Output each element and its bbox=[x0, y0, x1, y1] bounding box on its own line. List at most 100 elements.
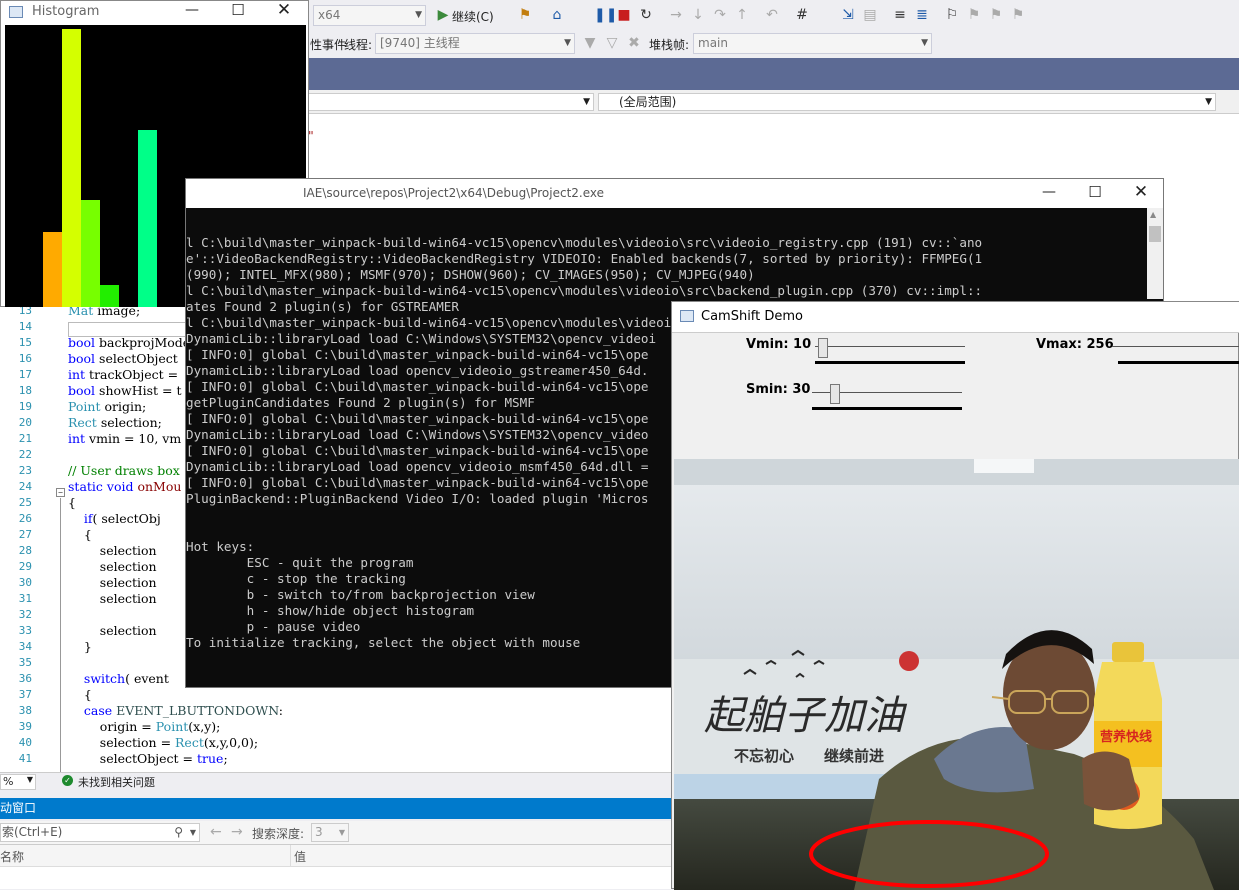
step-over-icon[interactable]: ↷ bbox=[712, 7, 728, 23]
pause-icon[interactable]: ❚❚ bbox=[594, 7, 617, 23]
collapse-onMouse-icon[interactable]: − bbox=[56, 488, 65, 497]
autos-body bbox=[0, 867, 672, 889]
undo-icon[interactable]: ↶ bbox=[764, 7, 780, 23]
close-icon[interactable]: ✕ bbox=[261, 0, 307, 20]
maximize-icon[interactable]: ☐ bbox=[1072, 183, 1118, 201]
line-number: 24 bbox=[18, 480, 32, 493]
members-combo[interactable]: ▼ bbox=[300, 93, 594, 111]
code-line: selection = Rect(x,y,0,0); bbox=[68, 735, 259, 750]
console-line: PluginBackend::PluginBackend Video I/O: … bbox=[186, 491, 649, 506]
console-line: getPluginCandidates Found 2 plugin(s) fo… bbox=[186, 395, 535, 410]
code-line: int trackObject = bbox=[68, 367, 179, 382]
step-out-icon[interactable]: ↑ bbox=[734, 7, 750, 23]
console-line: ESC - quit the program bbox=[186, 555, 414, 570]
thread-icon[interactable]: ⇲ bbox=[840, 7, 856, 23]
filter-icon[interactable]: ▼ bbox=[582, 35, 598, 51]
console-line: b - switch to/from backprojection view bbox=[186, 587, 535, 602]
line-number: 18 bbox=[18, 384, 32, 397]
line-number: 14 bbox=[18, 320, 32, 333]
smin-label: Smin: 30 bbox=[746, 382, 811, 397]
show-next-statement-icon[interactable]: → bbox=[668, 7, 684, 23]
console-scroll-thumb[interactable] bbox=[1149, 226, 1161, 242]
clear-bookmarks-icon[interactable]: ⚑ bbox=[1010, 7, 1026, 23]
restart-icon[interactable]: ↻ bbox=[638, 7, 654, 23]
line-number: 27 bbox=[18, 528, 32, 541]
line-number: 19 bbox=[18, 400, 32, 413]
filter-alt-icon[interactable]: ▽ bbox=[604, 35, 620, 51]
bookmark-icon[interactable]: ⚐ bbox=[944, 7, 960, 23]
vmin-slider-thumb[interactable] bbox=[818, 338, 828, 358]
console-line: c - stop the tracking bbox=[186, 571, 406, 586]
stackframe-combo[interactable]: main ▼ bbox=[693, 33, 932, 54]
maximize-icon[interactable]: ☐ bbox=[215, 1, 261, 19]
vmin-track[interactable] bbox=[815, 346, 965, 347]
scroll-up-icon[interactable]: ▲ bbox=[1150, 210, 1156, 219]
continue-icon[interactable]: ▶ bbox=[435, 7, 451, 23]
hex-icon[interactable]: # bbox=[794, 7, 810, 23]
minimize-icon[interactable]: — bbox=[169, 2, 215, 18]
histogram-titlebar[interactable]: Histogram — ☐ ✕ bbox=[1, 0, 308, 25]
code-line: bool selectObject bbox=[68, 351, 178, 366]
console-line: [ INFO:0] global C:\build\master_winpack… bbox=[186, 443, 649, 458]
col-divider bbox=[290, 845, 291, 867]
title-divider bbox=[672, 332, 1239, 333]
col-value-header[interactable]: 值 bbox=[294, 848, 306, 865]
platform-combo[interactable]: x64 ▼ bbox=[313, 5, 426, 26]
prev-bookmark-icon[interactable]: ⚑ bbox=[966, 7, 982, 23]
step-into-icon[interactable]: ↓ bbox=[690, 7, 706, 23]
search-depth-combo[interactable]: 3 ▼ bbox=[311, 823, 349, 842]
no-issues-icon: ✓ bbox=[62, 775, 73, 786]
line-number: 38 bbox=[18, 704, 32, 717]
search-icon[interactable]: ⚲ bbox=[174, 824, 183, 841]
autos-search-input[interactable]: 索(Ctrl+E) ⚲ ▼ bbox=[0, 823, 200, 842]
line-number: 29 bbox=[18, 560, 32, 573]
code-line: selection bbox=[68, 591, 157, 606]
line-number: 35 bbox=[18, 656, 32, 669]
code-line: bool showHist = t bbox=[68, 383, 182, 398]
col-name-header[interactable]: 名称 bbox=[0, 848, 24, 865]
minimize-icon[interactable]: — bbox=[1026, 184, 1072, 200]
line-number: 15 bbox=[18, 336, 32, 349]
search-forward-icon[interactable]: → bbox=[231, 824, 243, 840]
code-line: Point origin; bbox=[68, 399, 147, 414]
console-line: l C:\build\master_winpack-build-win64-vc… bbox=[186, 283, 983, 298]
next-bookmark-icon[interactable]: ⚑ bbox=[988, 7, 1004, 23]
console-line: DynamicLib::libraryLoad load C:\Windows\… bbox=[186, 331, 657, 346]
continue-label[interactable]: 继续(C) bbox=[452, 8, 494, 25]
zoom-combo[interactable]: % ▼ bbox=[0, 774, 36, 790]
camshift-window[interactable]: CamShift Demo Vmin: 10 Vmax: 256 Smin: 3… bbox=[671, 301, 1239, 890]
line-number: 31 bbox=[18, 592, 32, 605]
stop-icon[interactable]: ■ bbox=[616, 7, 632, 23]
vmax-track[interactable] bbox=[1112, 346, 1239, 347]
camshift-titlebar[interactable]: CamShift Demo bbox=[672, 302, 1239, 332]
close-icon[interactable]: ✕ bbox=[1118, 182, 1164, 202]
histogram-bar bbox=[81, 200, 100, 307]
columns-icon[interactable]: ▤ bbox=[862, 7, 878, 23]
thread-combo[interactable]: [9740] 主线程 ▼ bbox=[375, 33, 575, 54]
indent-icon[interactable]: ≡ bbox=[892, 7, 908, 23]
search-depth-label: 搜索深度: bbox=[252, 827, 305, 841]
code-line: if( selectObj bbox=[83, 511, 161, 526]
search-back-icon[interactable]: ← bbox=[210, 824, 222, 840]
smin-slider-thumb[interactable] bbox=[830, 384, 840, 404]
find-icon[interactable]: ⚑ bbox=[517, 7, 533, 23]
code-line: case EVENT_LBUTTONDOWN: bbox=[83, 703, 283, 718]
home-icon[interactable]: ⌂ bbox=[549, 7, 565, 23]
console-line: [ INFO:0] global C:\build\master_winpack… bbox=[186, 379, 649, 394]
bottle-cap bbox=[1112, 642, 1144, 662]
scope-combo[interactable]: (全局范围) ▼ bbox=[598, 93, 1216, 111]
line-number: 20 bbox=[18, 416, 32, 429]
line-number: 28 bbox=[18, 544, 32, 557]
autos-window-header: 动窗口 bbox=[0, 798, 672, 819]
histogram-bar bbox=[43, 232, 62, 307]
comment-icon[interactable]: ≣ bbox=[914, 7, 930, 23]
video-scene: 起舶子加油 不忘初心 继续前进 营养快线 bbox=[674, 459, 1239, 890]
console-titlebar[interactable]: IAE\source\repos\Project2\x64\Debug\Proj… bbox=[186, 179, 1163, 208]
histogram-bar bbox=[100, 285, 119, 307]
code-line: origin = Point(x,y); bbox=[68, 719, 221, 734]
console-scrollbar[interactable]: ▲ bbox=[1147, 208, 1163, 299]
code-line: static void onMou bbox=[68, 479, 182, 494]
camshift-video-frame[interactable]: 起舶子加油 不忘初心 继续前进 营养快线 bbox=[674, 459, 1239, 890]
line-number: 39 bbox=[18, 720, 32, 733]
flag-threads-icon[interactable]: ✖ bbox=[626, 35, 642, 51]
